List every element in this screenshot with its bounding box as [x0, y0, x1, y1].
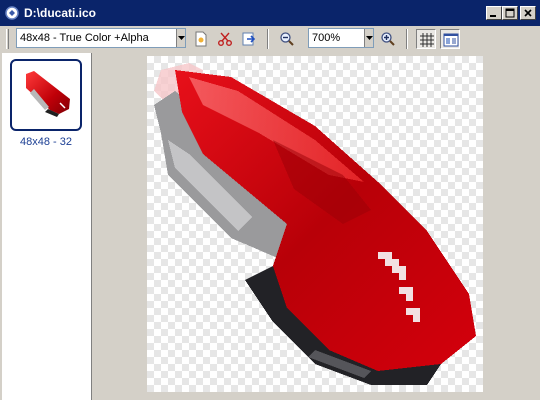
chevron-down-icon[interactable] [364, 29, 373, 47]
format-select[interactable]: 48x48 - True Color +Alpha [16, 28, 186, 48]
preview-pane-icon [443, 33, 459, 47]
export-icon [242, 32, 256, 46]
maximize-button[interactable] [502, 6, 518, 20]
toggle-grid-button[interactable] [416, 29, 436, 49]
zoom-out-button[interactable] [277, 29, 297, 49]
zoom-in-button[interactable] [378, 29, 398, 49]
minimize-button[interactable] [486, 6, 502, 20]
thumbnail-48x48-32[interactable] [10, 59, 82, 131]
toolbar-grip[interactable] [6, 29, 9, 49]
toolbar-separator [406, 29, 408, 49]
toolbar-separator [267, 29, 269, 49]
transparency-canvas[interactable] [147, 56, 483, 392]
ducati-thumbnail-image [26, 71, 70, 117]
grid-icon [420, 33, 434, 47]
scissors-icon [218, 32, 232, 46]
zoom-select[interactable]: 700% [308, 28, 374, 48]
chevron-down-icon[interactable] [176, 29, 185, 47]
close-button[interactable] [520, 6, 536, 20]
export-image-button[interactable] [239, 29, 259, 49]
zoom-out-icon [280, 32, 294, 46]
thumbnail-caption: 48x48 - 32 [20, 136, 72, 148]
canvas-area [92, 53, 538, 400]
delete-image-button[interactable] [215, 29, 235, 49]
window-title: D:\ducati.ico [24, 6, 97, 20]
zoom-select-value: 700% [312, 32, 341, 44]
toolbar: 48x48 - True Color +Alpha 700% [0, 26, 540, 52]
toggle-preview-button[interactable] [440, 29, 460, 49]
image-list-pane: 48x48 - 32 [2, 53, 92, 400]
format-select-value: 48x48 - True Color +Alpha [20, 32, 149, 44]
ducati-icon-zoomed [154, 63, 476, 385]
new-document-icon [195, 31, 207, 47]
new-image-button[interactable] [191, 29, 211, 49]
zoom-in-icon [381, 32, 395, 46]
title-bar: D:\ducati.ico [0, 0, 540, 26]
app-icon [4, 5, 20, 21]
